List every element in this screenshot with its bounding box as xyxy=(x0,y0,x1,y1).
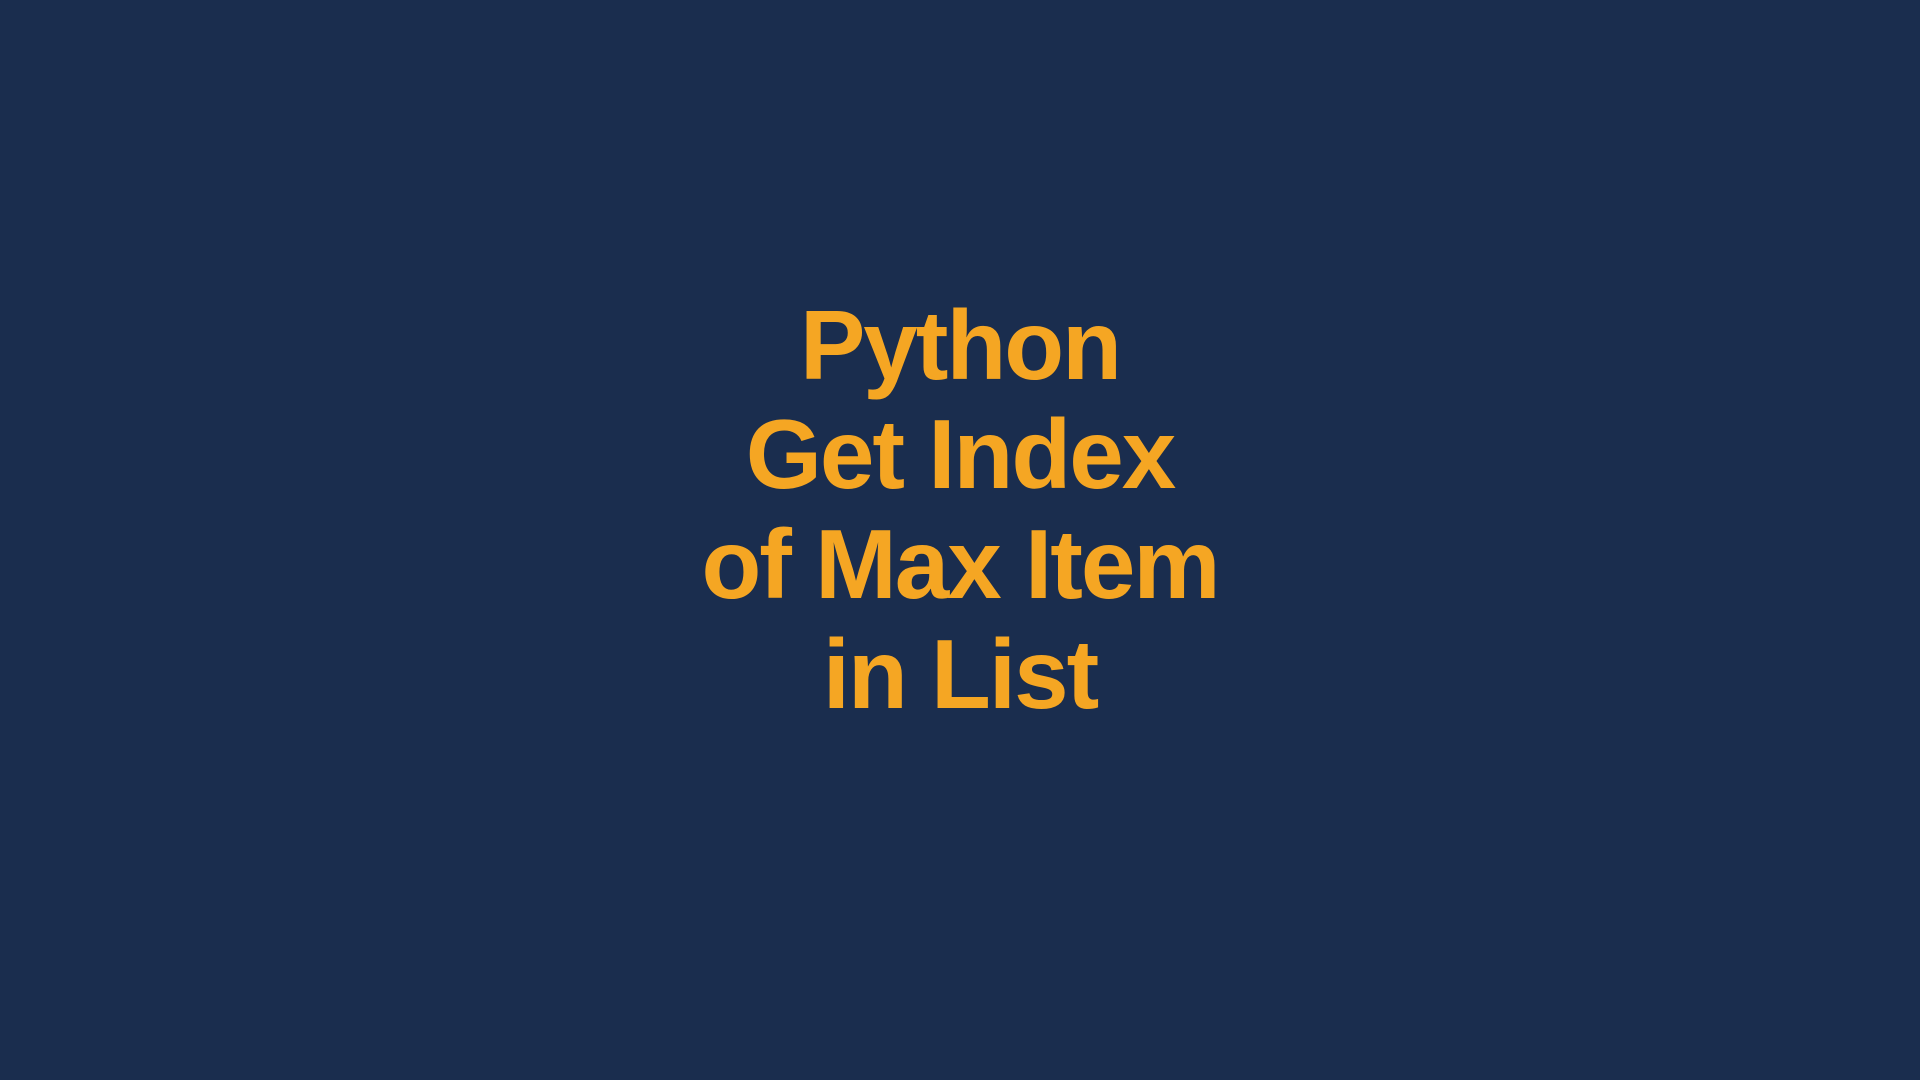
title-line-2: Get Index xyxy=(701,400,1218,510)
title-line-1: Python xyxy=(701,291,1218,401)
title-line-4: in List xyxy=(701,620,1218,730)
title-line-3: of Max Item xyxy=(701,510,1218,620)
title-card: Python Get Index of Max Item in List xyxy=(701,291,1218,730)
